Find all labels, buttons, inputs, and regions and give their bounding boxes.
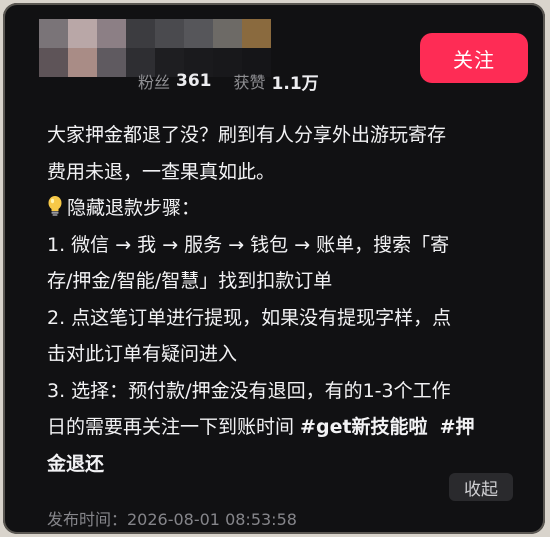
profile-stats: 粉丝 361 获赞 1.1万	[138, 69, 319, 94]
page-frame: 粉丝 361 获赞 1.1万 关注 大家押金都退了没？刷到有人分享外出游玩寄存 …	[0, 0, 550, 537]
post-line: 1. 微信 → 我 → 服务 → 钱包 → 账单，搜索「寄	[47, 233, 450, 256]
post-line: 击对此订单有疑问进入	[47, 343, 238, 365]
hashtag-deposit-refund[interactable]: #押	[440, 416, 475, 438]
follow-button[interactable]: 关注	[420, 33, 528, 83]
avatar-mosaic-tile	[68, 19, 97, 48]
avatar-mosaic-tile	[39, 48, 68, 77]
avatar-mosaic-tile	[97, 48, 126, 77]
lightbulb-icon	[48, 196, 62, 216]
post-line-text: 日的需要再关注一下到账时间	[47, 416, 301, 438]
likes-count: 1.1万	[271, 73, 319, 94]
post-line: 2. 点这笔订单进行提现，如果没有提现字样，点	[47, 306, 452, 329]
hashtag-get-skill[interactable]: #get新技能啦	[300, 416, 428, 438]
avatar-mosaic-tile	[97, 19, 126, 48]
post-body: 大家押金都退了没？刷到有人分享外出游玩寄存 费用未退，一查果真如此。 隐藏退款步…	[47, 117, 527, 482]
avatar-mosaic-tile	[184, 19, 213, 48]
post-line: 3. 选择：预付款/押金没有退回，有的1-3个工作	[47, 379, 451, 402]
fans-count: 361	[176, 71, 212, 91]
avatar-mosaic-tile	[39, 19, 68, 48]
post-card: 粉丝 361 获赞 1.1万 关注 大家押金都退了没？刷到有人分享外出游玩寄存 …	[3, 3, 545, 534]
post-line: 大家押金都退了没？刷到有人分享外出游玩寄存	[47, 124, 447, 146]
post-line: 费用未退，一查果真如此。	[47, 160, 276, 183]
avatar-mosaic-tile	[126, 19, 155, 48]
post-line: 日的需要再关注一下到账时间 #get新技能啦 #押	[47, 409, 527, 446]
publish-time: 发布时间：2026-08-01 08:53:58	[47, 510, 297, 529]
hashtag-deposit-refund-cont[interactable]: 金退还	[47, 453, 104, 475]
collapse-button[interactable]: 收起	[449, 473, 513, 501]
fans-label: 粉丝	[138, 73, 171, 92]
avatar-mosaic-tile	[68, 48, 97, 77]
post-line: 隐藏退款步骤：	[47, 190, 527, 227]
avatar-mosaic-tile	[155, 19, 184, 48]
post-line: 存/押金/智能/智慧」找到扣款订单	[47, 270, 333, 292]
avatar-mosaic-tile	[213, 19, 242, 48]
post-line-text: 隐藏退款步骤：	[67, 197, 201, 219]
avatar-mosaic-tile	[242, 19, 271, 48]
likes-label: 获赞	[233, 73, 266, 92]
